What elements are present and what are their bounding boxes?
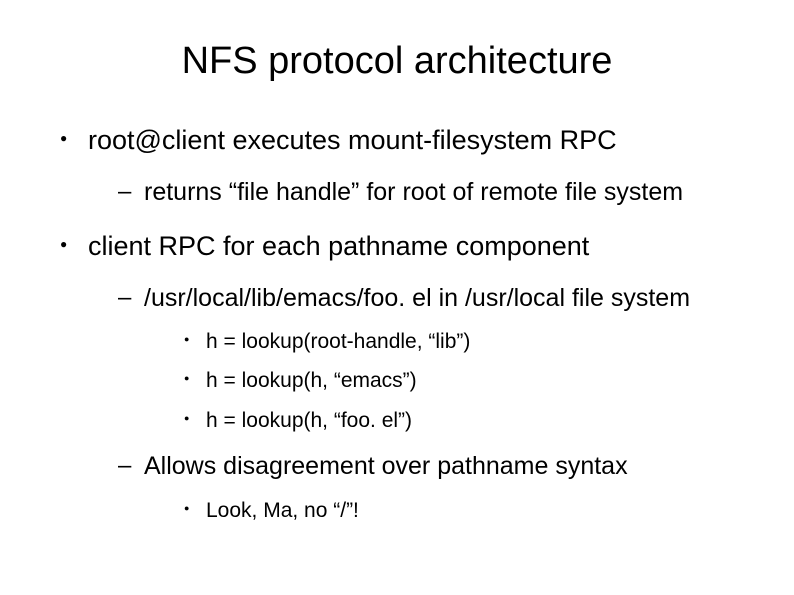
list-item: Look, Ma, no “/”! bbox=[184, 497, 754, 524]
bullet-list-level2: returns “file handle” for root of remote… bbox=[88, 176, 754, 209]
bullet-text: /usr/local/lib/emacs/foo. el in /usr/loc… bbox=[144, 284, 690, 312]
bullet-text: Look, Ma, no “/”! bbox=[206, 499, 359, 522]
bullet-text: Allows disagreement over pathname syntax bbox=[144, 452, 628, 480]
bullet-text: h = lookup(h, “emacs”) bbox=[206, 369, 417, 392]
list-item: client RPC for each pathname component /… bbox=[60, 229, 754, 524]
list-item: /usr/local/lib/emacs/foo. el in /usr/loc… bbox=[118, 282, 754, 434]
list-item: h = lookup(h, “foo. el”) bbox=[184, 407, 754, 434]
list-item: Allows disagreement over pathname syntax… bbox=[118, 450, 754, 524]
slide-title: NFS protocol architecture bbox=[40, 40, 754, 83]
slide: NFS protocol architecture root@client ex… bbox=[0, 0, 794, 595]
bullet-text: root@client executes mount-filesystem RP… bbox=[88, 125, 617, 155]
bullet-text: returns “file handle” for root of remote… bbox=[144, 178, 683, 206]
bullet-list-level3: Look, Ma, no “/”! bbox=[144, 497, 754, 524]
bullet-text: h = lookup(root-handle, “lib”) bbox=[206, 330, 470, 353]
bullet-list-level1: root@client executes mount-filesystem RP… bbox=[40, 123, 754, 524]
bullet-text: client RPC for each pathname component bbox=[88, 231, 589, 261]
bullet-list-level2: /usr/local/lib/emacs/foo. el in /usr/loc… bbox=[88, 282, 754, 524]
list-item: returns “file handle” for root of remote… bbox=[118, 176, 754, 209]
list-item: root@client executes mount-filesystem RP… bbox=[60, 123, 754, 209]
list-item: h = lookup(root-handle, “lib”) bbox=[184, 328, 754, 355]
list-item: h = lookup(h, “emacs”) bbox=[184, 367, 754, 394]
bullet-text: h = lookup(h, “foo. el”) bbox=[206, 409, 412, 432]
bullet-list-level3: h = lookup(root-handle, “lib”) h = looku… bbox=[144, 328, 754, 434]
